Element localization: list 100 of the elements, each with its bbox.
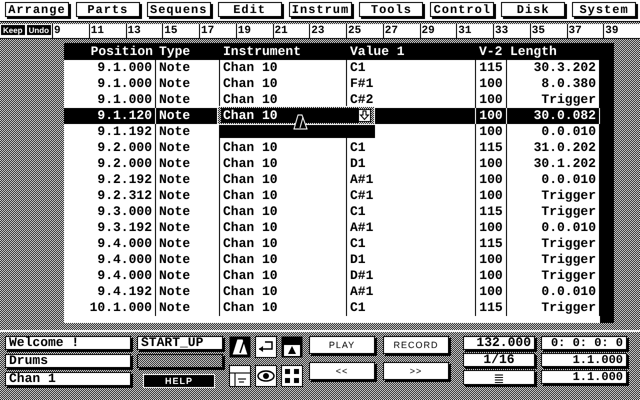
bar-number: 15 (162, 24, 199, 38)
table-cell: Note (156, 300, 220, 316)
metronome-icon[interactable] (229, 336, 251, 358)
menu-button[interactable]: Tools (359, 2, 424, 17)
table-cell: 115 (476, 300, 507, 316)
table-cell: 100 (476, 252, 507, 268)
table-cell: C1 (347, 236, 476, 252)
table-cell: C1 (347, 300, 476, 316)
table-cell: Chan 10 (220, 188, 347, 204)
bar-number: 25 (346, 24, 383, 38)
table-cell: 9.1.120 (64, 108, 156, 124)
table-cell: A#1 (347, 172, 476, 188)
tempo-field: 132.000 (463, 336, 535, 350)
table-cell: Note (156, 252, 220, 268)
help-button[interactable]: HELP (143, 374, 215, 388)
table-cell: 9.2.000 (64, 156, 156, 172)
bar-number: 39 (603, 24, 640, 38)
info-field: Welcome ! (5, 336, 131, 350)
forward-button[interactable]: >> (383, 362, 449, 380)
table-cell: Chan 10 (220, 252, 347, 268)
column-header: V-2 (478, 43, 504, 60)
menu-button[interactable]: Control (430, 2, 494, 17)
column-header: Instrument (222, 43, 302, 60)
table-cell: Chan 10 (220, 76, 347, 92)
scrollbar[interactable] (600, 43, 614, 323)
table-cell: Note (156, 60, 220, 76)
table-cell: Note (156, 156, 220, 172)
table-cell: 100 (476, 76, 507, 92)
play-button[interactable]: PLAY (309, 336, 375, 354)
table-cell: 115 (476, 236, 507, 252)
table-cell: Chan 10 (220, 220, 347, 236)
eye-icon[interactable] (255, 364, 277, 386)
table-cell: Chan 10 (220, 156, 347, 172)
table-cell: 9.1.000 (64, 76, 156, 92)
table-cell: Chan 10 (220, 284, 347, 300)
table-cell: Note (156, 204, 220, 220)
quantize-field: 1/16 (463, 353, 535, 367)
table-cell: C1 (347, 204, 476, 220)
table-cell: Note (156, 268, 220, 284)
menu-button[interactable]: Parts (76, 2, 140, 17)
column-header: Position (90, 43, 154, 60)
table-cell: 100 (476, 108, 507, 124)
table-cell: A#1 (347, 220, 476, 236)
column-header: Type (158, 43, 192, 60)
table-cell: 9.2.192 (64, 172, 156, 188)
column-header: Length (509, 43, 558, 60)
table-cell: 9.2.312 (64, 188, 156, 204)
position-field: 1.1.000 (541, 370, 627, 384)
menu-button[interactable]: Arrange (5, 2, 69, 17)
bar-number: 35 (530, 24, 566, 38)
table-cell: Note (156, 236, 220, 252)
table-cell: C1 (347, 60, 476, 76)
ruler-button[interactable]: Keep (0, 24, 26, 36)
table-cell: 115 (476, 140, 507, 156)
table-cell: 100 (476, 172, 507, 188)
table-cell: 100 (476, 124, 507, 140)
bar-number: 17 (199, 24, 236, 38)
menu-button[interactable]: System (572, 2, 636, 17)
bar-number: 29 (420, 24, 456, 38)
list-button[interactable]: ≣ (463, 370, 535, 385)
table-cell: 9.4.000 (64, 268, 156, 284)
table-cell: Chan 10 (220, 60, 347, 76)
bar-number: 21 (272, 24, 310, 38)
table-cell: A#1 (347, 284, 476, 300)
table-cell: F#1 (347, 76, 476, 92)
keyboard-icon[interactable] (229, 364, 251, 386)
table-cell: 100 (476, 268, 507, 284)
table-cell: Note (156, 188, 220, 204)
rewind-button[interactable]: << (309, 362, 375, 380)
column-header: Value 1 (349, 43, 406, 60)
menu-button[interactable]: Instrum (288, 2, 352, 17)
bar-number: 37 (566, 24, 604, 38)
bar-number: 31 (456, 24, 493, 38)
table-cell: 115 (476, 204, 507, 220)
table-cell: Note (156, 220, 220, 236)
menu-button[interactable]: Edit (218, 2, 282, 17)
down-arrow-icon[interactable] (358, 109, 371, 122)
table-cell: 100 (476, 220, 507, 236)
table-cell: 9.3.000 (64, 204, 156, 220)
table-cell: C#1 (347, 188, 476, 204)
table-cell: D#1 (347, 268, 476, 284)
bar-number: 23 (309, 24, 346, 38)
table-cell: Note (156, 140, 220, 156)
grid-squares-icon[interactable] (281, 364, 303, 386)
table-cell: 9.4.000 (64, 252, 156, 268)
record-button[interactable]: RECORD (383, 336, 449, 354)
menu-button[interactable]: Sequens (146, 2, 211, 17)
metronome-cursor-icon (293, 114, 309, 130)
table-cell: Note (156, 76, 220, 92)
table-cell: 100 (476, 188, 507, 204)
time-field: 0: 0: 0: 0 (541, 336, 627, 350)
dropdown-popup[interactable]: Chan 10 (217, 106, 375, 125)
mode-field: START_UP (137, 336, 223, 350)
menu-button[interactable]: Disk (501, 2, 566, 17)
table-cell: 9.3.192 (64, 220, 156, 236)
table-cell: 9.4.000 (64, 236, 156, 252)
auto-quantize-icon[interactable] (281, 336, 303, 358)
ruler-button[interactable]: Undo (26, 24, 52, 36)
table-cell: D1 (347, 252, 476, 268)
table-cell: 9.1.000 (64, 60, 156, 76)
